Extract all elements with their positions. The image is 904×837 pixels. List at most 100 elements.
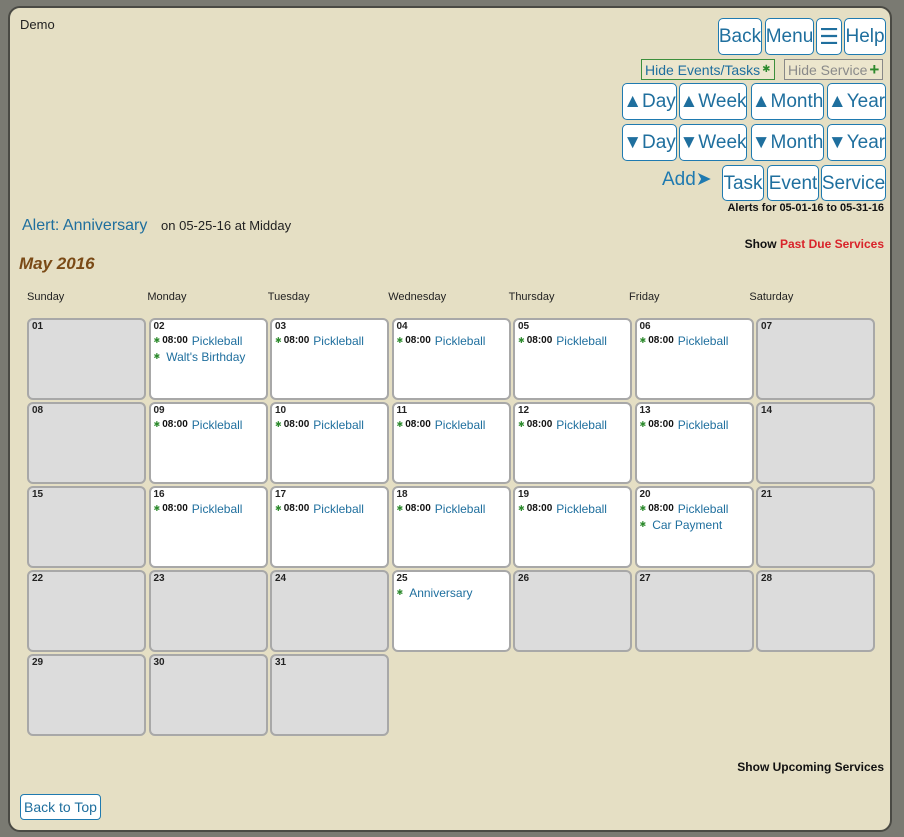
next-year-button[interactable]: ▼Year [827,124,886,161]
day-cell-08[interactable]: 08 [27,402,146,484]
day-cell-15[interactable]: 15 [27,486,146,568]
event-item[interactable]: ✱ 08:00 Pickleball [154,333,263,349]
day-cell-22[interactable]: 22 [27,570,146,652]
day-cell-20[interactable]: 20 ✱ 08:00 Pickleball ✱ Car Payment [634,486,754,568]
event-item[interactable]: ✱ 08:00 Pickleball [397,501,506,517]
add-service-button[interactable]: Service [821,165,886,201]
day-cell-29[interactable]: 29 [27,654,146,736]
event-item[interactable]: ✱ Walt's Birthday [154,349,263,365]
day-cell-28[interactable]: 28 [756,570,875,652]
event-item[interactable]: ✱ 08:00 Pickleball [154,501,263,517]
day-cell-24[interactable]: 24 [270,570,389,652]
event-item[interactable]: ✱ Anniversary [397,585,506,601]
alert-detail: on 05-25-16 at Midday [161,218,292,233]
day-cell-03[interactable]: 03 ✱ 08:00 Pickleball [270,318,389,400]
asterisk-icon: ✱ [639,504,647,513]
asterisk-icon: ✱ [762,64,771,75]
asterisk-icon: ✱ [153,420,161,429]
hamburger-icon[interactable]: ☰ [816,18,842,55]
hide-service-label: Hide Service [788,61,868,78]
event-item[interactable]: ✱ 08:00 Pickleball [518,501,627,517]
past-due-link[interactable]: Past Due Services [780,237,884,251]
event-item[interactable]: ✱ 08:00 Pickleball [275,333,384,349]
prev-year-button[interactable]: ▲Year [827,83,886,120]
hide-service-toggle[interactable]: Hide Service + [784,59,884,80]
dow-saturday: Saturday [749,291,794,303]
event-name: Car Payment [652,518,723,532]
help-button[interactable]: Help [844,18,886,55]
day-cell-12[interactable]: 12 ✱ 08:00 Pickleball [513,402,632,484]
day-cell-31[interactable]: 31 [270,654,389,736]
day-cell-13[interactable]: 13 ✱ 08:00 Pickleball [634,402,754,484]
day-number: 19 [518,489,530,500]
day-cell-27[interactable]: 27 [634,570,754,652]
back-to-top-button[interactable]: Back to Top [20,794,101,820]
day-cell-18[interactable]: 18 ✱ 08:00 Pickleball [391,486,511,568]
day-cell-30[interactable]: 30 [148,654,268,736]
hide-events-toggle[interactable]: Hide Events/Tasks ✱ [641,59,775,80]
prev-month-button[interactable]: ▲Month [751,83,824,120]
next-week-button[interactable]: ▼Week [679,124,747,161]
dow-thursday: Thursday [508,291,555,303]
next-month-button[interactable]: ▼Month [751,124,824,161]
dow-wednesday: Wednesday [388,291,447,303]
day-cell-10[interactable]: 10 ✱ 08:00 Pickleball [270,402,389,484]
event-item[interactable]: ✱ 08:00 Pickleball [397,333,506,349]
prev-day-button[interactable]: ▲Day [622,83,677,120]
event-item[interactable]: ✱ 08:00 Pickleball [275,417,384,433]
event-time: 08:00 [283,503,310,514]
asterisk-icon: ✱ [396,588,404,597]
event-name: Pickleball [434,334,486,348]
menu-button[interactable]: Menu [765,18,814,55]
event-item[interactable]: ✱ Car Payment [640,517,749,533]
day-cell-11[interactable]: 11 ✱ 08:00 Pickleball [391,402,511,484]
day-number: 09 [153,405,165,416]
day-cell-23[interactable]: 23 [148,570,268,652]
day-cell-06[interactable]: 06 ✱ 08:00 Pickleball [634,318,754,400]
day-cell-02[interactable]: 02 ✱ 08:00 Pickleball ✱ Walt's Birthday [148,318,268,400]
dow-tuesday: Tuesday [267,291,310,303]
back-button[interactable]: Back [718,18,762,55]
day-number: 10 [275,405,287,416]
event-time: 08:00 [162,419,188,430]
add-event-button[interactable]: Event [767,165,819,201]
day-cell-01[interactable]: 01 [27,318,146,400]
event-item[interactable]: ✱ 08:00 Pickleball [275,501,384,517]
day-cell-09[interactable]: 09 ✱ 08:00 Pickleball [148,402,268,484]
day-number: 20 [639,489,651,500]
event-time: 08:00 [648,419,674,430]
day-cell-25[interactable]: 25 ✱ Anniversary [391,570,511,652]
show-past-due: Show Past Due Services [745,237,884,251]
day-number: 26 [518,573,530,584]
asterisk-icon: ✱ [396,420,404,429]
day-cell-17[interactable]: 17 ✱ 08:00 Pickleball [270,486,389,568]
add-task-button[interactable]: Task [722,165,764,201]
event-item[interactable]: ✱ 08:00 Pickleball [640,333,749,349]
day-cell-07[interactable]: 07 [756,318,875,400]
event-item[interactable]: ✱ 08:00 Pickleball [640,417,749,433]
day-cell-19[interactable]: 19 ✱ 08:00 Pickleball [513,486,632,568]
day-cell-16[interactable]: 16 ✱ 08:00 Pickleball [148,486,268,568]
day-cell-05[interactable]: 05 ✱ 08:00 Pickleball [513,318,632,400]
prev-week-button[interactable]: ▲Week [679,83,747,120]
add-label: Add➤ [662,169,712,190]
asterisk-icon: ✱ [518,420,525,429]
event-time: 08:00 [283,335,310,346]
show-upcoming-link[interactable]: Show Upcoming Services [737,760,884,774]
day-cell-14[interactable]: 14 [756,402,875,484]
day-number: 06 [639,321,651,332]
event-item[interactable]: ✱ 08:00 Pickleball [640,501,749,517]
event-item[interactable]: ✱ 08:00 Pickleball [397,417,506,433]
day-cell-21[interactable]: 21 [756,486,875,568]
asterisk-icon: ✱ [275,420,282,429]
event-item[interactable]: ✱ 08:00 Pickleball [518,333,627,349]
day-cell-04[interactable]: 04 ✱ 08:00 Pickleball [391,318,511,400]
alert-link[interactable]: Alert: Anniversary [22,217,147,234]
event-time: 08:00 [405,503,431,514]
alert-line: Alert: Anniversary on 05-25-16 at Midday [22,217,291,235]
event-item[interactable]: ✱ 08:00 Pickleball [154,417,263,433]
day-number: 03 [275,321,287,332]
event-item[interactable]: ✱ 08:00 Pickleball [518,417,627,433]
next-day-button[interactable]: ▼Day [622,124,677,161]
day-cell-26[interactable]: 26 [513,570,632,652]
